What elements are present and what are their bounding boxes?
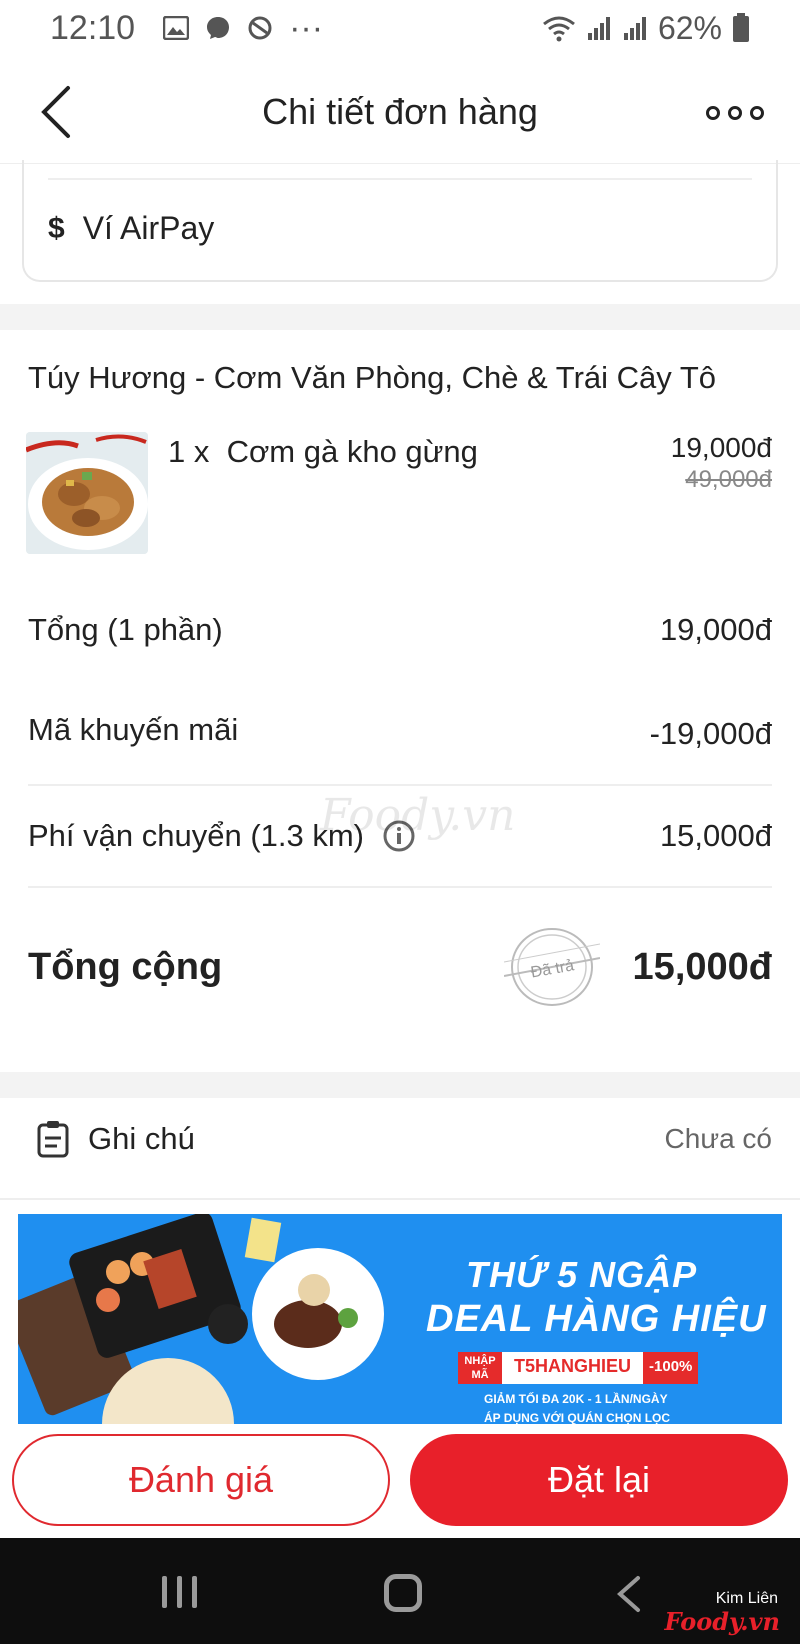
payment-card: $ Ví AirPay [22, 160, 778, 282]
reorder-button[interactable]: Đặt lại [410, 1434, 788, 1526]
restaurant-name: Túy Hương - Cơm Văn Phòng, Chè & Trái Câ… [28, 360, 716, 395]
item-quantity: 1 x [168, 434, 210, 469]
divider [28, 886, 772, 888]
divider [28, 784, 772, 786]
note-row[interactable]: Ghi chú Chưa có [36, 1120, 772, 1158]
banner-promo-code: NHẬP MÃ T5HANGHIEU -100% [458, 1352, 699, 1384]
battery-icon [733, 13, 749, 42]
banner-discount: -100% [643, 1352, 699, 1384]
status-bar: 12:10 ··· 62% [0, 0, 800, 56]
paid-stamp-text: Đã trả [530, 957, 576, 981]
item-price: 19,000đ [670, 432, 772, 463]
divider [48, 178, 752, 180]
messenger-icon [207, 17, 230, 39]
item-title: Cơm gà kho gừng [226, 434, 478, 469]
shipping-value: 15,000đ [659, 818, 772, 853]
note-value: Chưa có [664, 1123, 772, 1154]
promo-value: -19,000đ [649, 716, 772, 751]
app-header: Chi tiết đơn hàng [0, 60, 800, 164]
section-separator [0, 1072, 800, 1098]
banner-title-2: DEAL HÀNG HIỆU [426, 1298, 767, 1340]
gallery-icon [163, 16, 190, 40]
wifi-icon [543, 16, 575, 42]
item-original-price: 49,000đ [685, 466, 772, 493]
banner-fine-print-1: GIẢM TỐI ĐA 20K - 1 LẦN/NGÀY [484, 1392, 668, 1406]
total-value: 15,000đ [632, 946, 772, 988]
recent-apps-icon[interactable] [162, 1576, 197, 1608]
banner-code-tag: NHẬP MÃ [458, 1352, 502, 1384]
more-options-icon[interactable] [706, 98, 770, 128]
info-icon[interactable] [382, 819, 416, 853]
watermark-location: Kim Liên [715, 1590, 778, 1607]
rate-button[interactable]: Đánh giá [12, 1434, 390, 1526]
divider [0, 1198, 800, 1200]
promo-banner[interactable]: THỨ 5 NGẬP DEAL HÀNG HIỆU NHẬP MÃ T5HANG… [18, 1214, 782, 1424]
back-icon[interactable] [614, 1574, 644, 1614]
app-notification-icon [248, 16, 272, 40]
status-time: 12:10 [50, 8, 136, 47]
shipping-label: Phí vận chuyển (1.3 km) [28, 818, 364, 853]
subtotal-label: Tổng (1 phần) [28, 612, 223, 647]
system-navigation-bar: Kim Liên Foody.vn [0, 1538, 800, 1644]
note-label: Ghi chú [88, 1121, 195, 1156]
clipboard-icon [37, 1121, 69, 1158]
payment-method-label: Ví AirPay [82, 210, 215, 246]
subtotal-value: 19,000đ [659, 612, 772, 647]
shipping-row: Phí vận chuyển (1.3 km) 15,000đ [28, 818, 772, 854]
foody-logo: Foody.vn [664, 1607, 780, 1636]
total-label: Tổng cộng [28, 946, 223, 988]
item-name: 1 x Cơm gà kho gừng [168, 434, 478, 470]
promo-label: Mã khuyến mãi [28, 712, 239, 747]
banner-food-illustration [18, 1214, 384, 1424]
payment-method: $ Ví AirPay [48, 210, 214, 247]
signal-icon [587, 17, 610, 40]
page-title: Chi tiết đơn hàng [262, 90, 538, 132]
paid-stamp: Đã trả [504, 928, 600, 1006]
home-icon[interactable] [384, 1574, 422, 1612]
promo-row: Mã khuyến mãi -19,000đ [28, 708, 772, 752]
banner-title-1: THỨ 5 NGẬP [466, 1254, 698, 1295]
food-image [26, 432, 148, 554]
subtotal-row: Tổng (1 phần) 19,000đ [28, 612, 772, 648]
total-row: Tổng cộng 15,000đ [28, 946, 772, 989]
banner-code: T5HANGHIEU [502, 1352, 644, 1384]
more-notifications-icon: ··· [289, 8, 324, 47]
battery-level: 62% [657, 9, 722, 46]
signal-icon-2 [623, 17, 646, 40]
banner-fine-print-2: ÁP DỤNG VỚI QUÁN CHỌN LỌC [484, 1411, 671, 1424]
back-arrow-icon[interactable] [36, 82, 80, 142]
section-separator [0, 304, 800, 330]
dollar-icon: $ [48, 211, 65, 245]
